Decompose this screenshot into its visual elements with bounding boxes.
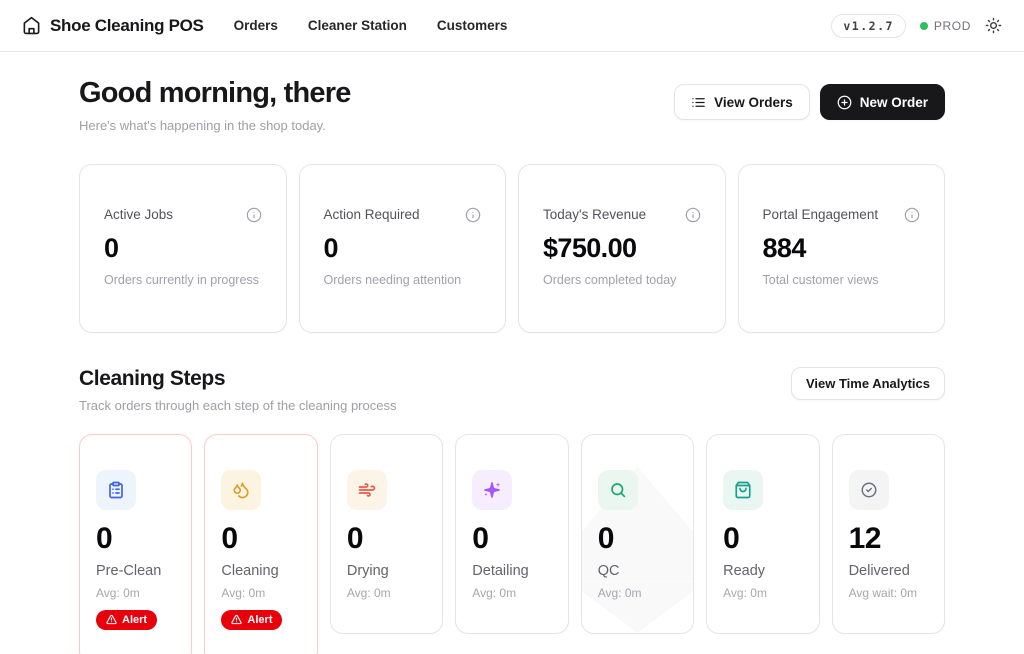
new-order-label: New Order	[860, 95, 928, 110]
step-count: 0	[598, 522, 677, 556]
alert-label: Alert	[122, 614, 147, 626]
stat-label: Active Jobs	[104, 207, 173, 222]
step-count: 0	[347, 522, 426, 556]
info-icon[interactable]	[904, 207, 920, 223]
sun-icon	[985, 17, 1002, 34]
step-card-cleaning[interactable]: 0 Cleaning Avg: 0m Alert	[204, 434, 317, 654]
step-card-pre-clean[interactable]: 0 Pre-Clean Avg: 0m Alert	[79, 434, 192, 654]
step-avg-time: Avg: 0m	[598, 586, 677, 600]
alert-triangle-icon	[231, 614, 242, 625]
step-card-detailing[interactable]: 0 Detailing Avg: 0m	[455, 434, 568, 634]
stat-description: Total customer views	[763, 273, 921, 287]
version-badge: v1.2.7	[831, 14, 906, 38]
stat-description: Orders currently in progress	[104, 273, 262, 287]
app-title: Shoe Cleaning POS	[50, 16, 204, 36]
step-name: Cleaning	[221, 563, 300, 579]
step-count: 0	[96, 522, 175, 556]
view-time-analytics-label: View Time Analytics	[806, 376, 930, 391]
clipboard-icon	[96, 470, 136, 510]
dashboard: Good morning, there Here's what's happen…	[79, 52, 945, 654]
step-card-drying[interactable]: 0 Drying Avg: 0m	[330, 434, 443, 634]
step-card-ready[interactable]: 0 Ready Avg: 0m	[706, 434, 819, 634]
stat-card-active-jobs: Active Jobs 0 Orders currently in progre…	[79, 164, 287, 333]
step-card-qc[interactable]: 0 QC Avg: 0m	[581, 434, 694, 634]
step-name: Delivered	[849, 563, 928, 579]
stat-card-todays-revenue: Today's Revenue $750.00 Orders completed…	[518, 164, 726, 333]
stats-grid: Active Jobs 0 Orders currently in progre…	[79, 164, 945, 333]
cleaning-steps-grid: 0 Pre-Clean Avg: 0m Alert 0 Cleaning A	[79, 434, 945, 654]
step-avg-time: Avg: 0m	[472, 586, 551, 600]
stat-value: 0	[324, 233, 482, 264]
stat-card-action-required: Action Required 0 Orders needing attenti…	[299, 164, 507, 333]
theme-toggle-button[interactable]	[985, 17, 1002, 34]
step-name: QC	[598, 563, 677, 579]
brand[interactable]: Shoe Cleaning POS	[22, 16, 204, 36]
step-name: Detailing	[472, 563, 551, 579]
step-name: Drying	[347, 563, 426, 579]
view-orders-label: View Orders	[714, 95, 793, 110]
step-avg-time: Avg: 0m	[347, 586, 426, 600]
step-count: 0	[723, 522, 802, 556]
shopping-bag-icon	[723, 470, 763, 510]
alert-triangle-icon	[106, 614, 117, 625]
home-icon	[22, 16, 41, 35]
alert-badge: Alert	[96, 610, 157, 630]
view-time-analytics-button[interactable]: View Time Analytics	[791, 367, 945, 400]
prod-status-dot	[920, 22, 928, 30]
droplets-icon	[221, 470, 261, 510]
check-circle-icon	[849, 470, 889, 510]
step-card-delivered[interactable]: 12 Delivered Avg wait: 0m	[832, 434, 945, 634]
env-label: PROD	[934, 19, 971, 33]
step-name: Pre-Clean	[96, 563, 175, 579]
step-count: 0	[472, 522, 551, 556]
stat-description: Orders completed today	[543, 273, 701, 287]
stat-label: Action Required	[324, 207, 420, 222]
circle-plus-icon	[837, 95, 852, 110]
section-subtitle: Track orders through each step of the cl…	[79, 398, 396, 413]
alert-label: Alert	[247, 614, 272, 626]
environment-indicator: PROD	[920, 19, 971, 33]
step-count: 12	[849, 522, 928, 556]
nav-item-orders[interactable]: Orders	[234, 18, 278, 33]
step-avg-time: Avg: 0m	[723, 586, 802, 600]
nav-item-customers[interactable]: Customers	[437, 18, 508, 33]
main-nav: Orders Cleaner Station Customers	[234, 18, 508, 33]
page-subtitle: Here's what's happening in the shop toda…	[79, 118, 351, 133]
step-avg-time: Avg: 0m	[221, 586, 300, 600]
step-count: 0	[221, 522, 300, 556]
step-avg-time: Avg: 0m	[96, 586, 175, 600]
sparkles-icon	[472, 470, 512, 510]
new-order-button[interactable]: New Order	[820, 84, 945, 120]
info-icon[interactable]	[465, 207, 481, 223]
search-icon	[598, 470, 638, 510]
step-avg-time: Avg wait: 0m	[849, 586, 928, 600]
alert-badge: Alert	[221, 610, 282, 630]
top-navigation-bar: Shoe Cleaning POS Orders Cleaner Station…	[0, 0, 1024, 52]
step-name: Ready	[723, 563, 802, 579]
wind-icon	[347, 470, 387, 510]
stat-value: 0	[104, 233, 262, 264]
stat-label: Portal Engagement	[763, 207, 879, 222]
stat-value: $750.00	[543, 233, 701, 264]
stat-value: 884	[763, 233, 921, 264]
view-orders-button[interactable]: View Orders	[674, 84, 810, 120]
nav-item-cleaner-station[interactable]: Cleaner Station	[308, 18, 407, 33]
info-icon[interactable]	[246, 207, 262, 223]
section-title: Cleaning Steps	[79, 367, 396, 391]
stat-description: Orders needing attention	[324, 273, 482, 287]
stat-card-portal-engagement: Portal Engagement 884 Total customer vie…	[738, 164, 946, 333]
list-icon	[691, 95, 706, 110]
info-icon[interactable]	[685, 207, 701, 223]
stat-label: Today's Revenue	[543, 207, 646, 222]
page-title: Good morning, there	[79, 78, 351, 110]
